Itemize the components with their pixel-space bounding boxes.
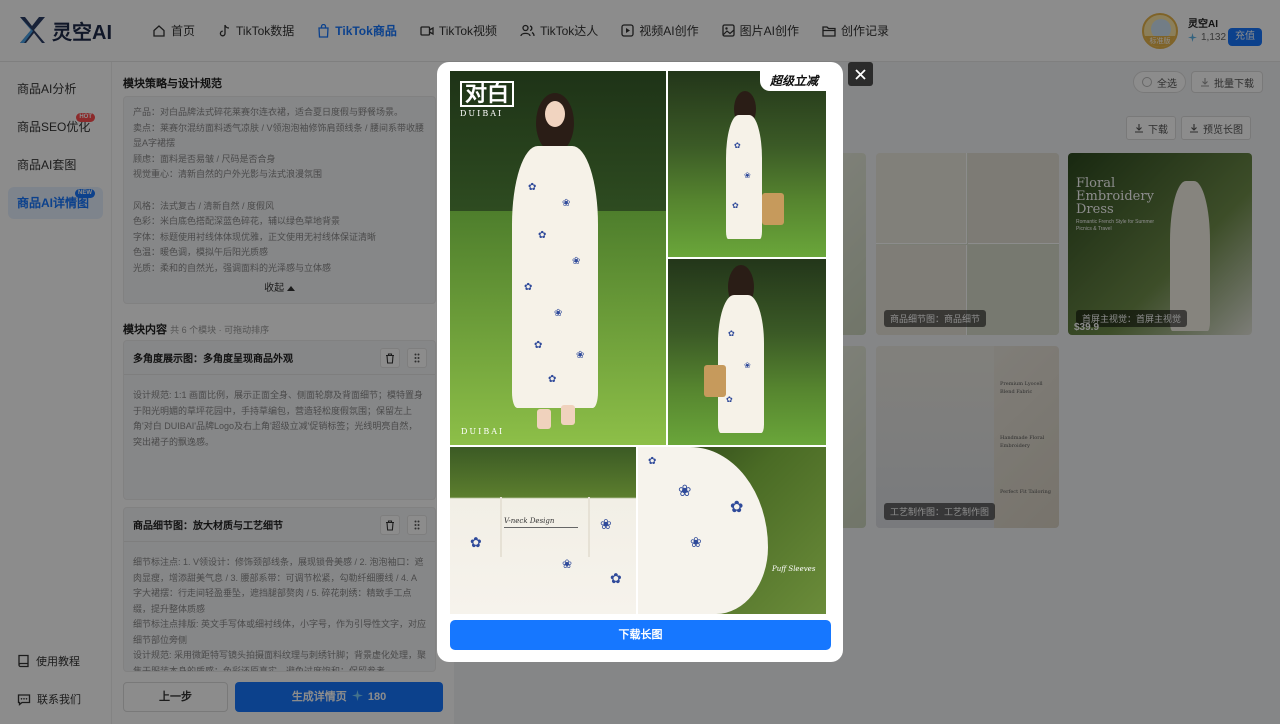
long-image-preview-modal: ✿ ❀ ✿ ❀ ✿ ❀ ✿ ❀ ✿ 对白 DUIBAI DUIBAI ✿ ❀ ✿ [437, 62, 843, 662]
back-view-photo: ✿ ❀ ✿ [668, 259, 826, 445]
download-long-image-button[interactable]: 下载长图 [450, 620, 831, 650]
dress-shape [512, 146, 598, 408]
detail-label-vneck: V-neck Design [504, 517, 555, 525]
sale-tag: 超级立减 [759, 71, 826, 91]
detail-label-puff: Puff Sleeves [772, 565, 816, 573]
puff-sleeve-detail-photo: ❀ ✿ ❀ ✿ Puff Sleeves [638, 447, 826, 614]
preview-image-area[interactable]: ✿ ❀ ✿ ❀ ✿ ❀ ✿ ❀ ✿ 对白 DUIBAI DUIBAI ✿ ❀ ✿ [450, 71, 826, 614]
close-modal-button[interactable] [848, 62, 873, 86]
straw-bag [704, 365, 726, 397]
brand-en: DUIBAI [460, 109, 504, 118]
model-face [545, 101, 565, 127]
brand-logo: 对白 DUIBAI [460, 81, 515, 118]
side-view-photo: ✿ ❀ ✿ 超级立减 [668, 71, 826, 257]
brand-cn: 对白 [460, 81, 515, 107]
main-model-photo: ✿ ❀ ✿ ❀ ✿ ❀ ✿ ❀ ✿ 对白 DUIBAI DUIBAI [450, 71, 666, 445]
brand-footer: DUIBAI [461, 427, 505, 436]
v-neck-detail-photo: ✿ ❀ ✿ ❀ V-neck Design [450, 447, 636, 614]
close-icon [855, 68, 866, 80]
straw-bag [762, 193, 784, 225]
